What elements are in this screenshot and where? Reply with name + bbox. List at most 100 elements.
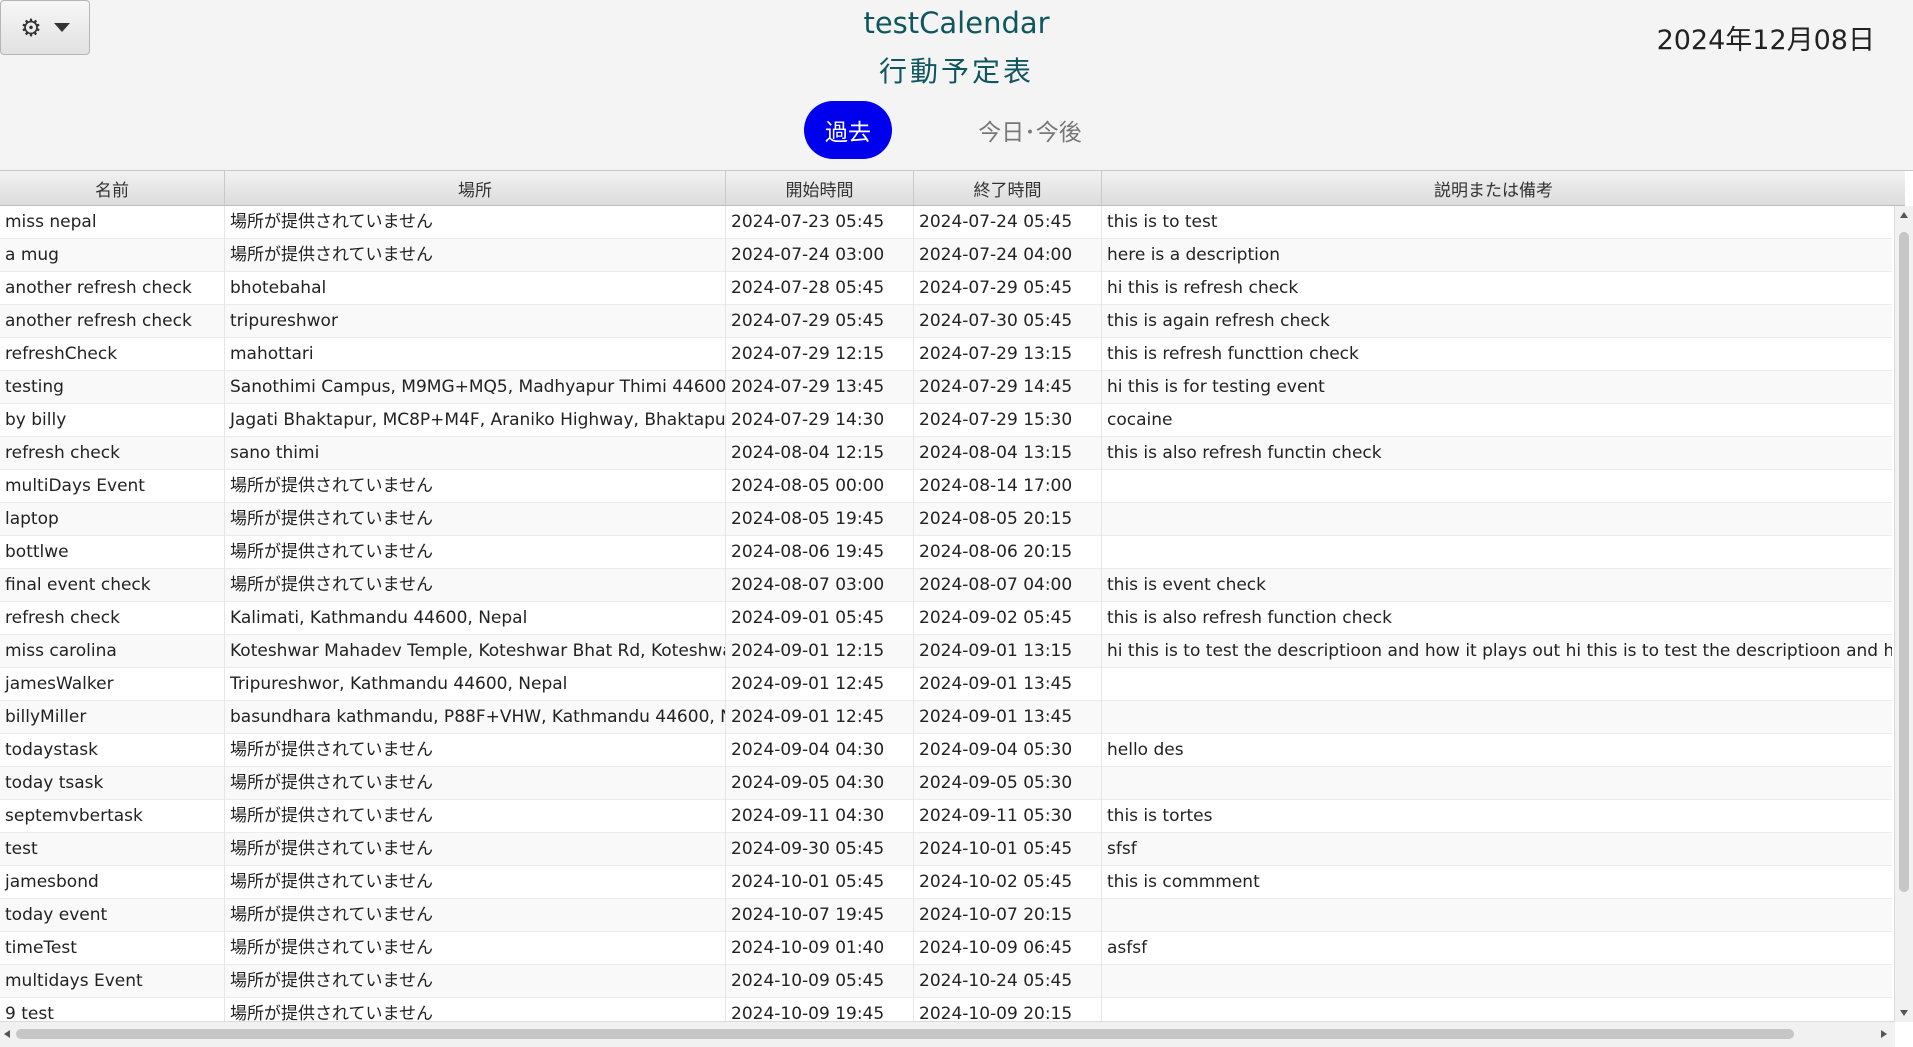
cell-end-time: 2024-07-29 05:45 [914, 272, 1102, 305]
cell-start-time: 2024-07-29 14:30 [726, 404, 914, 437]
cell-name: by billy [0, 404, 225, 437]
table-row[interactable]: refresh check sano thimi 2024-08-04 12:15 2… [0, 437, 1892, 470]
cell-description [1102, 899, 1892, 932]
cell-description: here is a description [1107, 245, 1281, 265]
cell-name: jamesbond [0, 866, 225, 899]
cell-location: 場所が提供されていません [225, 536, 726, 569]
cell-name: a mug [0, 239, 225, 272]
cell-name: septemvbertask [0, 800, 225, 833]
cell-name: jamesWalker [0, 668, 225, 701]
table-row[interactable]: jamesWalker Tripureshwor, Kathmandu 44600… [0, 668, 1892, 701]
cell-end-time: 2024-09-02 05:45 [914, 602, 1102, 635]
column-header-name[interactable]: 名前 [0, 171, 225, 205]
cell-start-time: 2024-07-29 13:45 [726, 371, 914, 404]
table-row[interactable]: billyMiller basundhara kathmandu, P88F+VH… [0, 701, 1892, 734]
scroll-left-icon[interactable] [4, 1030, 10, 1038]
cell-location: 場所が提供されていません [225, 569, 726, 602]
column-header-location[interactable]: 場所 [225, 171, 726, 205]
cell-start-time: 2024-10-09 05:45 [726, 965, 914, 998]
cell-description: hello des [1107, 740, 1184, 760]
cell-end-time: 2024-10-24 05:45 [914, 965, 1102, 998]
table-row[interactable]: bottlwe 場所が提供されていません 2024-08-06 19:45 2024-… [0, 536, 1892, 569]
cell-description: asfsf [1107, 938, 1148, 958]
events-table: 名前 場所 開始時間 終了時間 説明または備考 miss nepal 場所が提供さ… [0, 170, 1913, 1047]
cell-end-time: 2024-08-04 13:15 [914, 437, 1102, 470]
cell-location: Koteshwar Mahadev Temple, Koteshwar Bhat… [225, 635, 726, 668]
vertical-scroll-thumb[interactable] [1899, 232, 1909, 892]
table-row[interactable]: laptop 場所が提供されていません 2024-08-05 19:45 2024-0… [0, 503, 1892, 536]
cell-location: basundhara kathmandu, P88F+VHW, Kathmand… [225, 701, 726, 734]
table-row[interactable]: multiDays Event 場所が提供されていません 2024-08-05 00… [0, 470, 1892, 503]
cell-end-time: 2024-10-01 05:45 [914, 833, 1102, 866]
cell-start-time: 2024-07-29 12:15 [726, 338, 914, 371]
cell-start-time: 2024-09-30 05:45 [726, 833, 914, 866]
table-row[interactable]: jamesbond 場所が提供されていません 2024-10-01 05:45 202… [0, 866, 1892, 899]
column-header-start-time[interactable]: 開始時間 [726, 171, 914, 205]
cell-location: tripureshwor [225, 305, 726, 338]
table-row[interactable]: refreshCheck mahottari 2024-07-29 12:15 202… [0, 338, 1892, 371]
table-row[interactable]: miss nepal 場所が提供されていません 2024-07-23 05:45 20… [0, 206, 1892, 239]
table-header: 名前 場所 開始時間 終了時間 説明または備考 [0, 171, 1905, 206]
cell-name: refresh check [0, 602, 225, 635]
cell-start-time: 2024-08-07 03:00 [726, 569, 914, 602]
table-row[interactable]: a mug 場所が提供されていません 2024-07-24 03:00 2024-07… [0, 239, 1892, 272]
cell-name: test [0, 833, 225, 866]
cell-name: another refresh check [0, 272, 225, 305]
column-header-description[interactable]: 説明または備考 [1102, 171, 1885, 205]
cell-description: this is tortes [1107, 806, 1213, 826]
page-subtitle: 行動予定表 [878, 55, 1034, 88]
cell-name: multidays Event [0, 965, 225, 998]
cell-start-time: 2024-09-05 04:30 [726, 767, 914, 800]
table-row[interactable]: test 場所が提供されていません 2024-09-30 05:45 2024-10-… [0, 833, 1892, 866]
scroll-down-icon[interactable] [1900, 1010, 1908, 1016]
cell-location: mahottari [225, 338, 726, 371]
table-row[interactable]: septemvbertask 場所が提供されていません 2024-09-11 04:… [0, 800, 1892, 833]
cell-start-time: 2024-09-01 12:45 [726, 668, 914, 701]
cell-location: 場所が提供されていません [225, 965, 726, 998]
cell-location: 場所が提供されていません [225, 470, 726, 503]
table-row[interactable]: miss carolina Koteshwar Mahadev Temple, K… [0, 635, 1892, 668]
cell-start-time: 2024-09-01 05:45 [726, 602, 914, 635]
table-row[interactable]: timeTest 場所が提供されていません 2024-10-09 01:40 2024… [0, 932, 1892, 965]
table-row[interactable]: refresh check Kalimati, Kathmandu 44600, … [0, 602, 1892, 635]
cell-location: 場所が提供されていません [225, 899, 726, 932]
table-row[interactable]: todaystask 場所が提供されていません 2024-09-04 04:30 20… [0, 734, 1892, 767]
cell-location: 場所が提供されていません [225, 503, 726, 536]
scroll-right-icon[interactable] [1881, 1030, 1887, 1038]
cell-end-time: 2024-08-05 20:15 [914, 503, 1102, 536]
cell-name: miss nepal [0, 206, 225, 239]
cell-description: hi this is to test the descriptioon and … [1107, 641, 1892, 661]
table-row[interactable]: testing Sanothimi Campus, M9MG+MQ5, Madhy… [0, 371, 1892, 404]
table-row[interactable]: multidays Event 場所が提供されていません 2024-10-09 05… [0, 965, 1892, 998]
current-date: 2024年12月08日 [1656, 25, 1875, 56]
column-header-end-time[interactable]: 終了時間 [914, 171, 1102, 205]
table-row[interactable]: another refresh check bhotebahal 2024-07-2… [0, 272, 1892, 305]
tab-today-future[interactable]: 今日･今後 [960, 101, 1100, 159]
cell-description: this is event check [1107, 575, 1267, 595]
cell-start-time: 2024-09-11 04:30 [726, 800, 914, 833]
cell-description [1102, 767, 1892, 800]
cell-location: 場所が提供されていません [225, 932, 726, 965]
cell-start-time: 2024-07-29 05:45 [726, 305, 914, 338]
cell-end-time: 2024-09-11 05:30 [914, 800, 1102, 833]
cell-name: today event [0, 899, 225, 932]
cell-start-time: 2024-07-24 03:00 [726, 239, 914, 272]
cell-description [1102, 536, 1892, 569]
cell-description: hi this is refresh check [1107, 278, 1299, 298]
cell-end-time: 2024-09-04 05:30 [914, 734, 1102, 767]
table-row[interactable]: final event check 場所が提供されていません 2024-08-07 … [0, 569, 1892, 602]
table-row[interactable]: another refresh check tripureshwor 2024-07… [0, 305, 1892, 338]
cell-location: Kalimati, Kathmandu 44600, Nepal [225, 602, 726, 635]
vertical-scrollbar[interactable] [1894, 206, 1913, 1022]
cell-end-time: 2024-08-14 17:00 [914, 470, 1102, 503]
cell-location: 場所が提供されていません [225, 767, 726, 800]
table-row[interactable]: by billy Jagati Bhaktapur, MC8P+M4F, Aran… [0, 404, 1892, 437]
cell-start-time: 2024-08-05 00:00 [726, 470, 914, 503]
horizontal-scroll-thumb[interactable] [16, 1029, 1794, 1039]
cell-end-time: 2024-08-07 04:00 [914, 569, 1102, 602]
horizontal-scrollbar[interactable] [0, 1021, 1895, 1047]
scroll-up-icon[interactable] [1900, 212, 1908, 218]
table-row[interactable]: today tsask 場所が提供されていません 2024-09-05 04:30 2… [0, 767, 1892, 800]
tab-past[interactable]: 過去 [804, 101, 892, 159]
table-row[interactable]: today event 場所が提供されていません 2024-10-07 19:45 2… [0, 899, 1892, 932]
